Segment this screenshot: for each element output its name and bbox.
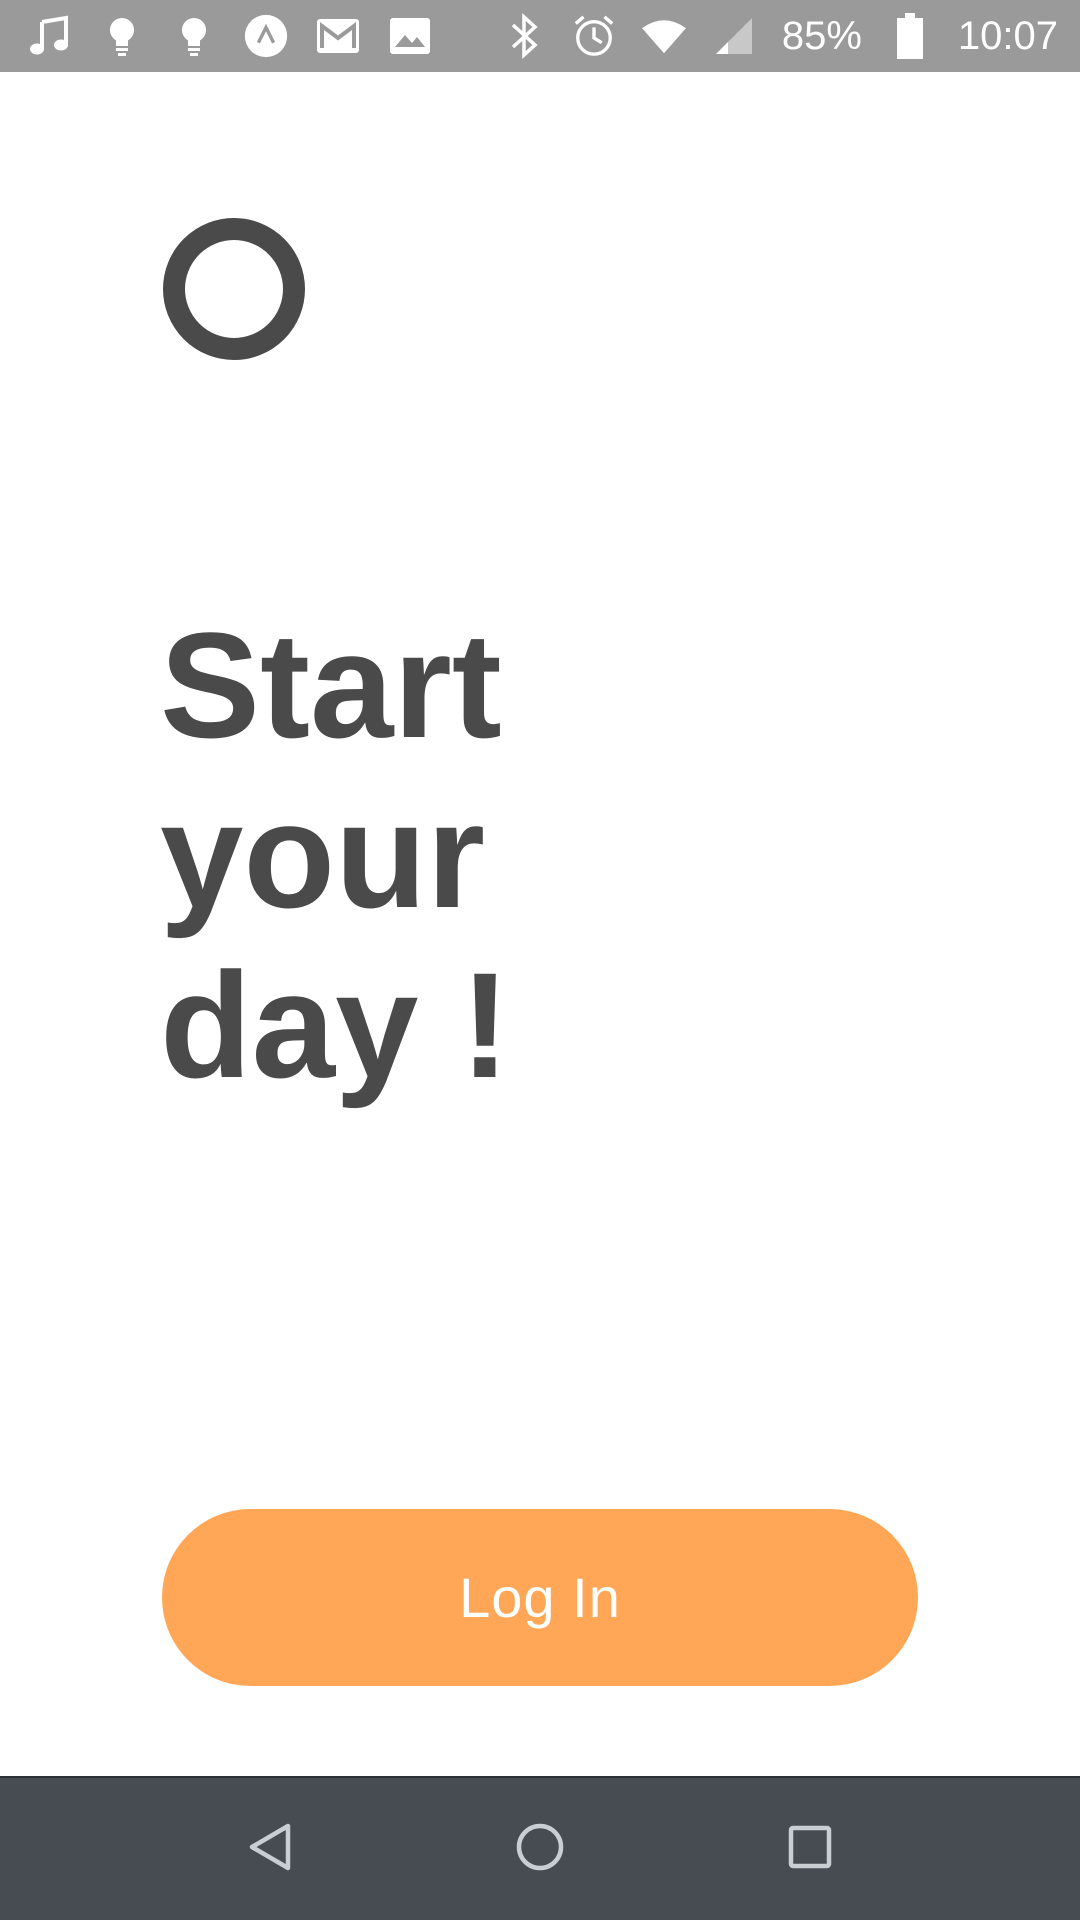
back-triangle-icon bbox=[246, 1822, 294, 1877]
lightbulb-icon bbox=[100, 14, 144, 58]
headline-line-2: your bbox=[160, 771, 486, 939]
welcome-headline: Start your day ! bbox=[160, 600, 510, 1110]
notification-icons bbox=[28, 0, 432, 72]
battery-icon bbox=[888, 13, 932, 59]
music-note-icon bbox=[28, 14, 72, 58]
home-button[interactable] bbox=[480, 1778, 600, 1920]
lightbulb-icon bbox=[172, 14, 216, 58]
ring-logo-icon bbox=[163, 218, 305, 360]
alarm-icon bbox=[572, 14, 616, 58]
home-circle-icon bbox=[515, 1822, 565, 1877]
recents-square-icon bbox=[788, 1825, 832, 1874]
image-icon bbox=[388, 14, 432, 58]
status-bar: 85% 10:07 bbox=[0, 0, 1080, 72]
wifi-icon bbox=[641, 14, 686, 58]
login-button[interactable]: Log In bbox=[162, 1509, 918, 1686]
navigation-bar bbox=[0, 1776, 1080, 1920]
caret-circle-icon bbox=[244, 14, 288, 58]
login-button-label: Log In bbox=[459, 1566, 621, 1629]
headline-line-3: day ! bbox=[160, 941, 511, 1109]
screen: 85% 10:07 Start your day ! Log In bbox=[0, 0, 1080, 1920]
recents-button[interactable] bbox=[750, 1778, 870, 1920]
clock: 10:07 bbox=[957, 13, 1058, 58]
signal-icon bbox=[712, 14, 756, 58]
gmail-icon bbox=[316, 14, 360, 58]
bluetooth-icon bbox=[502, 13, 546, 59]
battery-percentage: 85% bbox=[781, 13, 862, 58]
system-status: 85% 10:07 bbox=[502, 0, 1058, 72]
headline-line-1: Start bbox=[160, 601, 502, 769]
back-button[interactable] bbox=[210, 1778, 330, 1920]
